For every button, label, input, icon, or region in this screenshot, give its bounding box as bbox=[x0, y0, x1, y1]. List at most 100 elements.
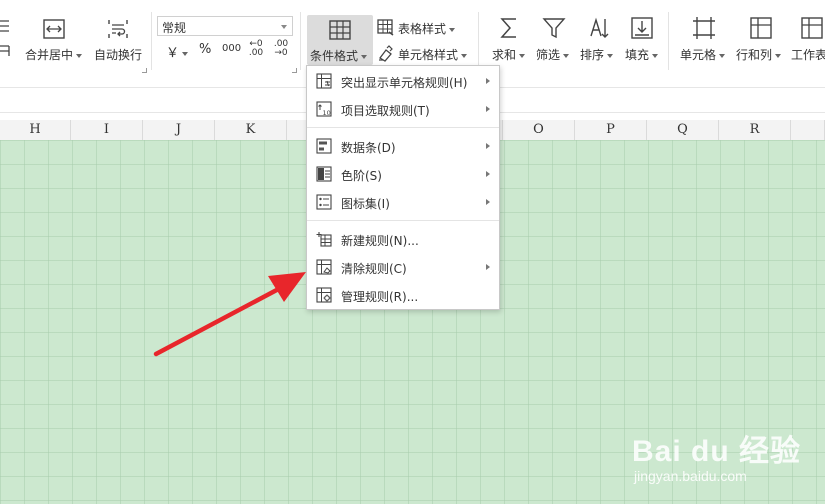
chevron-right-icon bbox=[486, 264, 490, 270]
chevron-down-icon bbox=[76, 53, 83, 58]
chevron-right-icon bbox=[486, 106, 490, 112]
top-ten-icon: 10 bbox=[316, 101, 332, 117]
table-style-label: 表格样式 bbox=[398, 20, 456, 37]
column-header[interactable]: J bbox=[143, 120, 215, 140]
baidu-url-text: jingyan.baidu.com bbox=[634, 468, 747, 484]
worksheet-button[interactable]: 工作表 bbox=[790, 14, 825, 66]
chevron-down-icon bbox=[281, 25, 287, 29]
decrease-decimal-button[interactable]: .00 →0 bbox=[271, 40, 291, 58]
icon-set-icon bbox=[316, 194, 332, 210]
new-rule-icon bbox=[316, 232, 332, 247]
increase-decimal-button[interactable]: ←0 .00 bbox=[246, 40, 266, 58]
column-header[interactable]: R bbox=[719, 120, 791, 140]
row-col-button[interactable]: 行和列 bbox=[735, 14, 787, 66]
chevron-down-icon bbox=[775, 53, 782, 58]
menu-item-top-bottom-rules[interactable]: 10 项目选取规则(T) bbox=[307, 96, 499, 122]
chevron-down-icon bbox=[652, 53, 659, 58]
chevron-down-icon bbox=[461, 53, 468, 58]
menu-divider bbox=[307, 220, 499, 221]
filter-button[interactable]: 筛选 bbox=[534, 14, 574, 66]
merge-center-label: 合并居中 bbox=[25, 46, 83, 63]
column-header[interactable]: O bbox=[503, 120, 575, 140]
menu-item-label: 图标集(I) bbox=[341, 197, 390, 211]
chevron-down-icon bbox=[361, 54, 368, 59]
column-header[interactable]: P bbox=[575, 120, 647, 140]
baidu-logo-text: Bai du 经验 bbox=[632, 435, 802, 468]
sort-button[interactable]: 排序 bbox=[578, 14, 618, 66]
chevron-down-icon bbox=[182, 51, 189, 56]
column-header[interactable]: Q bbox=[647, 120, 719, 140]
cell-button[interactable]: 单元格 bbox=[678, 14, 730, 66]
column-header[interactable]: K bbox=[215, 120, 287, 140]
highlight-cells-icon bbox=[316, 73, 332, 89]
column-header[interactable]: I bbox=[71, 120, 143, 140]
chevron-down-icon bbox=[519, 53, 526, 58]
percent-button[interactable]: % bbox=[199, 42, 211, 57]
conditional-format-icon bbox=[329, 20, 351, 40]
fill-down-icon bbox=[631, 17, 653, 39]
worksheet-icon bbox=[801, 17, 823, 39]
menu-item-manage-rules[interactable]: 管理规则(R)... bbox=[307, 282, 499, 308]
manage-rules-icon bbox=[316, 287, 332, 303]
filter-icon bbox=[542, 18, 566, 39]
number-group-launcher[interactable] bbox=[292, 68, 297, 73]
color-scale-icon bbox=[316, 166, 332, 182]
merge-center-icon bbox=[43, 19, 65, 39]
column-header[interactable] bbox=[791, 120, 825, 140]
conditional-format-menu: 突出显示单元格规则(H) 10 项目选取规则(T) 数据条(D) 色阶(S) 图… bbox=[306, 65, 500, 310]
menu-item-label: 数据条(D) bbox=[341, 141, 396, 155]
menu-item-clear-rules[interactable]: 清除规则(C) bbox=[307, 254, 499, 280]
align-icon bbox=[0, 20, 10, 56]
wrap-text-button[interactable]: 自动换行 bbox=[92, 14, 146, 66]
chevron-down-icon bbox=[719, 53, 726, 58]
thousands-button[interactable]: 000 bbox=[222, 44, 241, 54]
cell-icon bbox=[693, 17, 715, 39]
menu-item-color-scales[interactable]: 色阶(S) bbox=[307, 161, 499, 187]
chevron-right-icon bbox=[486, 171, 490, 177]
menu-item-new-rule[interactable]: 新建规则(N)... bbox=[307, 226, 499, 252]
cell-style-icon bbox=[379, 45, 393, 62]
divider bbox=[300, 12, 301, 70]
menu-item-label: 新建规则(N)... bbox=[341, 234, 419, 248]
menu-item-data-bars[interactable]: 数据条(D) bbox=[307, 133, 499, 159]
sum-button[interactable]: 求和 bbox=[490, 14, 530, 66]
divider bbox=[668, 12, 669, 70]
currency-button[interactable]: ￥ bbox=[166, 42, 189, 61]
chevron-down-icon bbox=[563, 53, 570, 58]
sum-label: 求和 bbox=[492, 46, 526, 63]
sigma-icon bbox=[500, 18, 516, 38]
alignment-group-launcher[interactable] bbox=[142, 68, 147, 73]
column-header[interactable]: H bbox=[0, 120, 71, 140]
filter-label: 筛选 bbox=[536, 46, 570, 63]
cell-style-button[interactable]: 单元格样式 bbox=[377, 44, 473, 64]
conditional-format-label: 条件格式 bbox=[310, 47, 368, 64]
chevron-right-icon bbox=[486, 78, 490, 84]
align-partial-button[interactable] bbox=[0, 18, 12, 68]
baidu-watermark: Bai du 经验 jingyan.baidu.com bbox=[630, 426, 820, 498]
wrap-text-icon bbox=[108, 20, 128, 38]
chevron-right-icon bbox=[486, 143, 490, 149]
sort-icon bbox=[590, 17, 609, 38]
red-arrow-annotation bbox=[153, 272, 306, 357]
table-style-icon bbox=[377, 19, 394, 36]
cell-label: 单元格 bbox=[680, 46, 726, 63]
table-style-button[interactable]: 表格样式 bbox=[377, 18, 459, 38]
fill-button[interactable]: 填充 bbox=[622, 14, 662, 66]
wrap-text-label: 自动换行 bbox=[94, 48, 143, 62]
menu-item-label: 项目选取规则(T) bbox=[341, 104, 430, 118]
menu-item-icon-sets[interactable]: 图标集(I) bbox=[307, 189, 499, 215]
chevron-down-icon bbox=[449, 27, 456, 32]
clear-rule-icon bbox=[316, 259, 332, 275]
menu-item-highlight-rules[interactable]: 突出显示单元格规则(H) bbox=[307, 68, 499, 94]
menu-item-label: 管理规则(R)... bbox=[341, 290, 419, 304]
conditional-format-button[interactable]: 条件格式 bbox=[307, 15, 373, 65]
worksheet-label: 工作表 bbox=[791, 48, 825, 62]
menu-item-label: 色阶(S) bbox=[341, 169, 382, 183]
divider bbox=[151, 12, 152, 70]
merge-center-button[interactable]: 合并居中 bbox=[22, 14, 86, 66]
number-format-select[interactable]: 常规 bbox=[157, 16, 293, 36]
cell-style-label: 单元格样式 bbox=[398, 46, 468, 63]
row-col-icon bbox=[750, 17, 772, 39]
chevron-down-icon bbox=[607, 53, 614, 58]
number-format-value: 常规 bbox=[162, 21, 187, 35]
